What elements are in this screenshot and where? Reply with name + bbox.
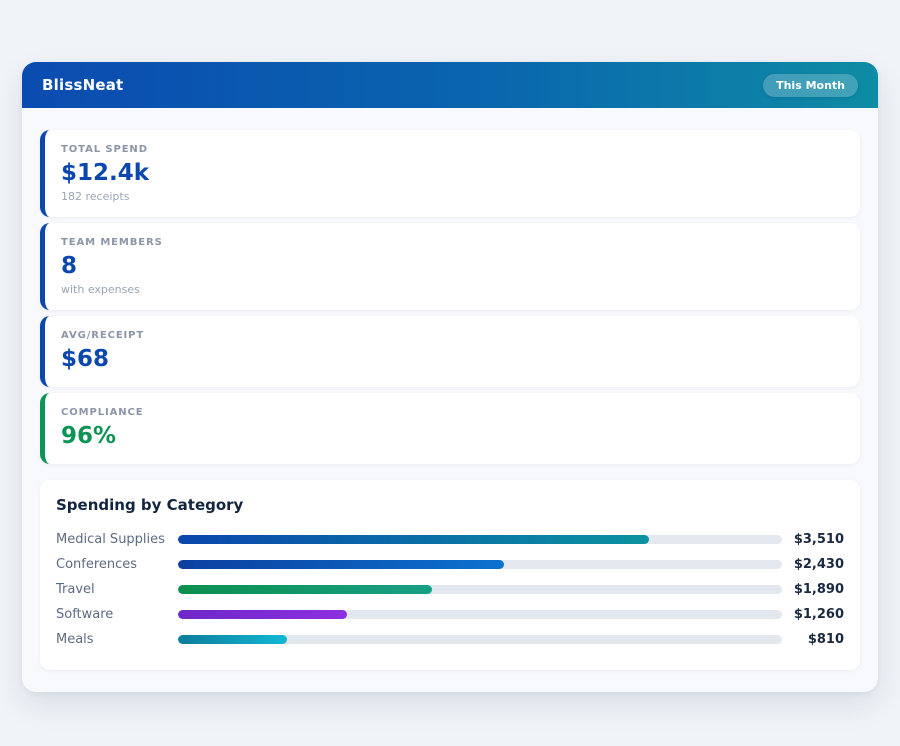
category-label: Medical Supplies <box>56 532 178 547</box>
stat-value: 96% <box>61 422 844 451</box>
bar-fill <box>178 535 649 544</box>
stat-value: $12.4k <box>61 159 844 188</box>
period-badge[interactable]: This Month <box>763 74 858 97</box>
bar-fill <box>178 560 504 569</box>
chart-row-travel: Travel $1,890 <box>56 577 844 602</box>
bar-fill <box>178 635 287 644</box>
category-label: Meals <box>56 632 178 647</box>
bar-track <box>178 610 782 619</box>
stat-value: $68 <box>61 345 844 374</box>
category-value: $1,890 <box>782 582 844 597</box>
chart-row-medical-supplies: Medical Supplies $3,510 <box>56 527 844 552</box>
stat-card-total-spend: TOTAL SPEND $12.4k 182 receipts <box>40 130 860 217</box>
dashboard-container: BlissNeat This Month TOTAL SPEND $12.4k … <box>22 62 878 692</box>
bar-track <box>178 585 782 594</box>
category-value: $810 <box>782 632 844 647</box>
stat-card-compliance: COMPLIANCE 96% <box>40 393 860 464</box>
chart-title: Spending by Category <box>56 496 844 514</box>
stat-card-avg-receipt: AVG/RECEIPT $68 <box>40 316 860 387</box>
spending-by-category-chart: Spending by Category Medical Supplies $3… <box>40 480 860 670</box>
stat-label: TEAM MEMBERS <box>61 236 844 249</box>
category-value: $2,430 <box>782 557 844 572</box>
stat-subtext: 182 receipts <box>61 189 844 204</box>
app-title: BlissNeat <box>42 76 123 94</box>
bar-fill <box>178 585 432 594</box>
chart-row-conferences: Conferences $2,430 <box>56 552 844 577</box>
stat-card-team-members: TEAM MEMBERS 8 with expenses <box>40 223 860 310</box>
app-header: BlissNeat This Month <box>22 62 878 108</box>
category-value: $1,260 <box>782 607 844 622</box>
bar-track <box>178 635 782 644</box>
chart-row-software: Software $1,260 <box>56 602 844 627</box>
dashboard-content: TOTAL SPEND $12.4k 182 receipts TEAM MEM… <box>22 108 878 692</box>
bar-track <box>178 560 782 569</box>
category-value: $3,510 <box>782 532 844 547</box>
stat-label: COMPLIANCE <box>61 406 844 419</box>
stat-label: TOTAL SPEND <box>61 143 844 156</box>
category-label: Conferences <box>56 557 178 572</box>
category-label: Travel <box>56 582 178 597</box>
bar-fill <box>178 610 347 619</box>
category-label: Software <box>56 607 178 622</box>
chart-row-meals: Meals $810 <box>56 627 844 652</box>
stat-subtext: with expenses <box>61 282 844 297</box>
stat-label: AVG/RECEIPT <box>61 329 844 342</box>
stat-value: 8 <box>61 252 844 281</box>
bar-track <box>178 535 782 544</box>
